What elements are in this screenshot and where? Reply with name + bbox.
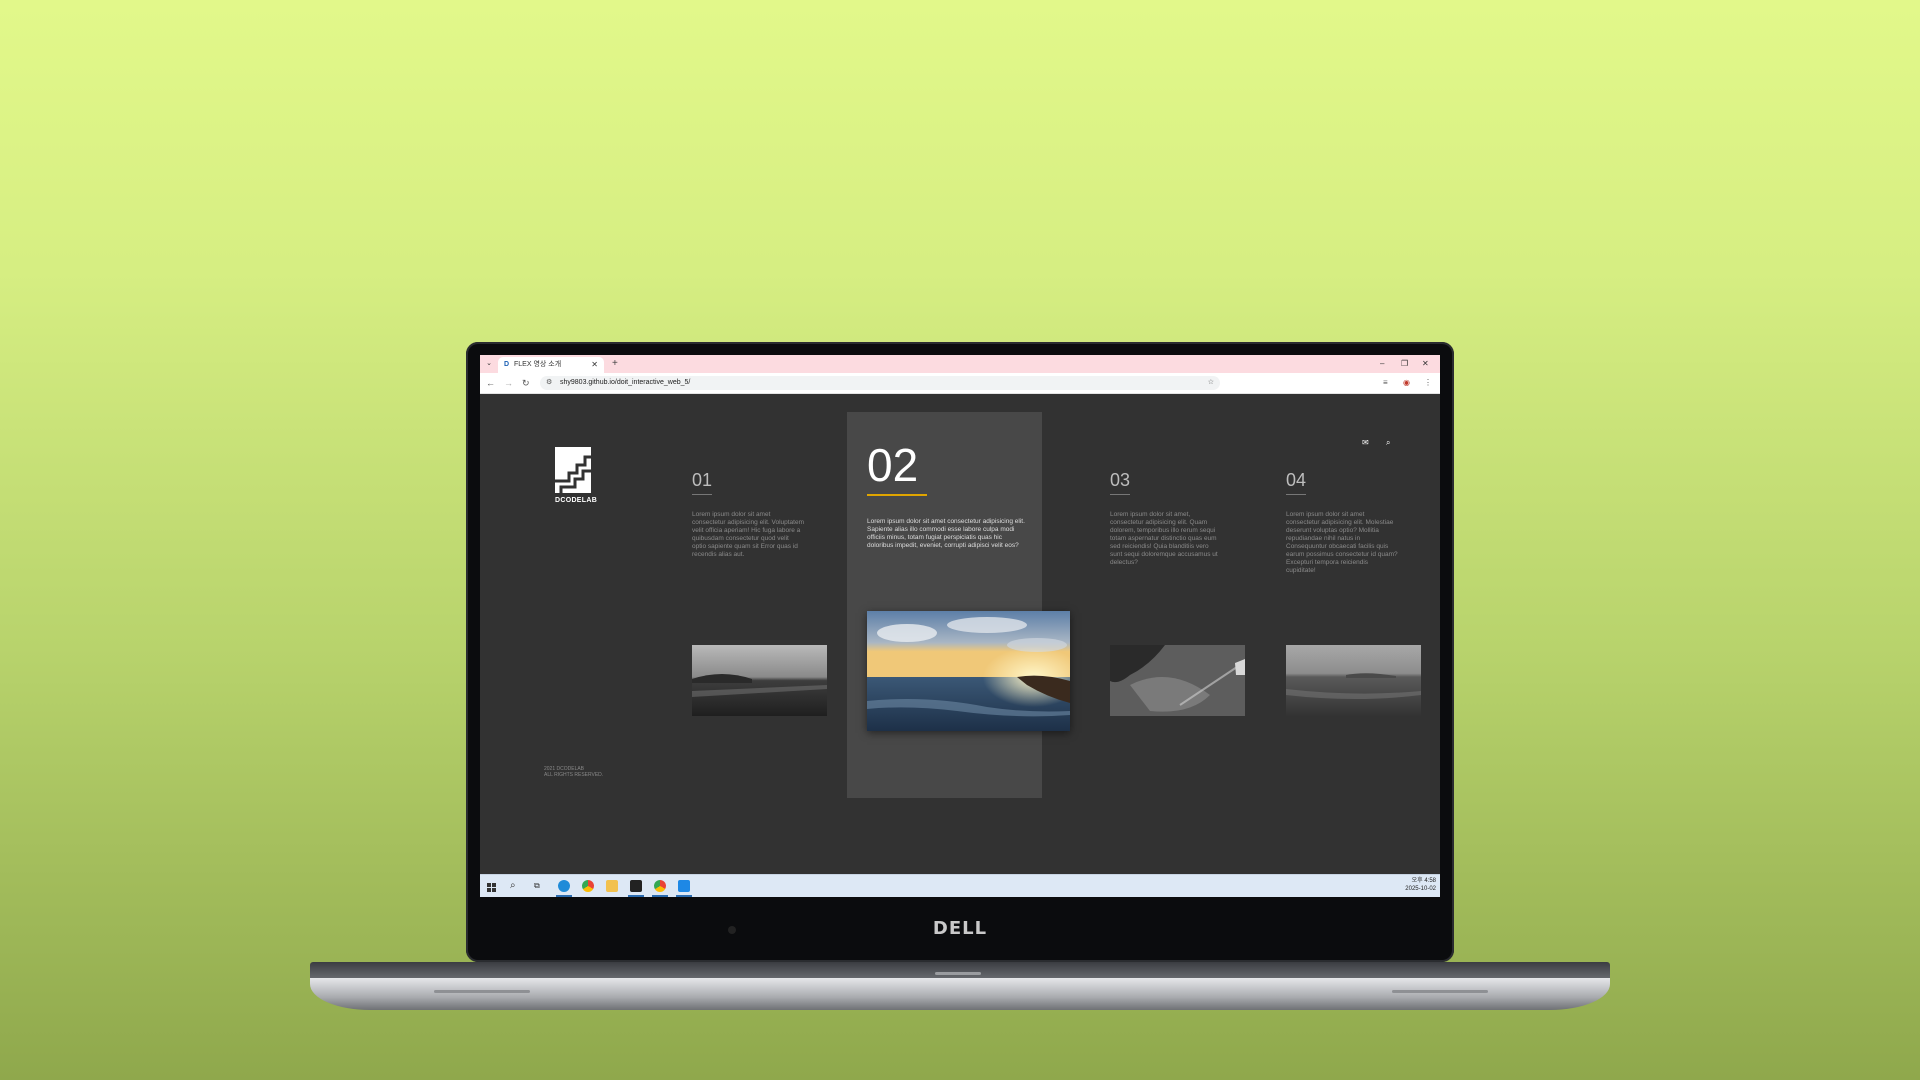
chrome-active-indicator — [652, 895, 668, 897]
column-number: 04 — [1286, 470, 1307, 490]
search-icon[interactable]: ⌕ — [1386, 438, 1390, 448]
tab-search-icon[interactable]: ⌄ — [484, 358, 494, 370]
vscode-icon[interactable] — [678, 880, 690, 892]
edge-active-indicator — [556, 895, 572, 897]
number-underline — [1286, 494, 1306, 495]
profile-avatar-icon[interactable]: ◉ — [1403, 376, 1410, 390]
column-description: Lorem ipsum dolor sit amet consectetur a… — [1286, 511, 1398, 574]
number-underline — [867, 494, 927, 496]
task-view-icon[interactable]: ⧉ — [534, 880, 546, 892]
column-01[interactable]: 01 Lorem ipsum dolor sit amet consectetu… — [692, 470, 804, 559]
extensions-icon[interactable]: ≡ — [1383, 376, 1388, 390]
lid-notch — [935, 972, 981, 975]
close-window-icon[interactable]: ✕ — [1422, 357, 1429, 371]
search-icon[interactable]: ⌕ — [510, 880, 522, 892]
menu-icon[interactable]: ⋮ — [1424, 376, 1432, 390]
taskbar: ⌕ ⧉ 오후 4:58 2025-10-02 — [480, 874, 1440, 897]
clock-time: 오후 4:58 — [1411, 878, 1436, 884]
forward-icon[interactable]: → — [504, 376, 513, 390]
sticky-active-indicator — [628, 895, 644, 897]
laptop: DELL ⌄ D FLEX 영상 소개 ✕ + – ❐ ✕ ← → ↻ ⚙ sh… — [0, 0, 1920, 1080]
column-number: 03 — [1110, 470, 1131, 490]
clock-date: 2025-10-02 — [1405, 886, 1436, 892]
column-04[interactable]: 04 Lorem ipsum dolor sit amet consectetu… — [1286, 470, 1398, 575]
browser-tab[interactable]: D FLEX 영상 소개 ✕ — [498, 357, 604, 373]
column-description: Lorem ipsum dolor sit amet consectetur a… — [692, 511, 805, 558]
tab-bar: ⌄ D FLEX 영상 소개 ✕ + – ❐ ✕ — [480, 355, 1440, 373]
number-underline — [692, 494, 712, 495]
bookmark-star-icon[interactable]: ☆ — [1208, 376, 1214, 390]
column-description: Lorem ipsum dolor sit amet consectetur a… — [867, 518, 1025, 549]
thumbnail-03[interactable] — [1110, 645, 1245, 716]
thumbnail-02-active[interactable] — [867, 611, 1070, 731]
new-tab-button[interactable]: + — [612, 357, 618, 371]
speaker-grille-left — [434, 990, 530, 993]
dell-logo: DELL — [932, 918, 988, 939]
dcodelab-logo-icon[interactable] — [555, 447, 591, 493]
mail-icon[interactable]: ✉ — [1362, 438, 1369, 447]
chrome-icon[interactable] — [582, 880, 594, 892]
column-number: 01 — [692, 470, 713, 490]
number-underline — [1110, 494, 1130, 495]
site-info-icon[interactable]: ⚙ — [546, 376, 552, 390]
thumbnail-01[interactable] — [692, 645, 827, 716]
column-number: 02 — [867, 439, 919, 491]
speaker-grille-right — [1392, 990, 1488, 993]
brand-name: DCODELAB — [555, 497, 598, 504]
restore-icon[interactable]: ❐ — [1401, 357, 1408, 371]
close-tab-icon[interactable]: ✕ — [591, 357, 598, 373]
sticky-app-icon[interactable] — [630, 880, 642, 892]
screen: ⌄ D FLEX 영상 소개 ✕ + – ❐ ✕ ← → ↻ ⚙ shy9803… — [480, 355, 1440, 897]
vscode-active-indicator — [676, 895, 692, 897]
tab-title: FLEX 영상 소개 — [514, 361, 562, 368]
thumbnail-04[interactable] — [1286, 645, 1421, 716]
web-page: DCODELAB ✉ ⌕ 01 Lorem ipsum dolor sit am… — [480, 394, 1440, 874]
reload-icon[interactable]: ↻ — [522, 376, 530, 390]
column-description: Lorem ipsum dolor sit amet, consectetur … — [1110, 511, 1218, 566]
address-bar[interactable]: ⚙ shy9803.github.io/doit_interactive_web… — [540, 376, 1220, 390]
minimize-icon[interactable]: – — [1380, 357, 1384, 371]
edge-icon[interactable] — [558, 880, 570, 892]
chrome-profile-icon[interactable] — [654, 880, 666, 892]
copyright: 2021 DCODELAB ALL RIGHTS RESERVED. — [544, 766, 603, 778]
address-text: shy9803.github.io/doit_interactive_web_5… — [560, 379, 691, 386]
back-icon[interactable]: ← — [486, 376, 495, 390]
laptop-base — [310, 978, 1610, 1010]
file-explorer-icon[interactable] — [606, 880, 618, 892]
copyright-line-2: ALL RIGHTS RESERVED. — [544, 772, 604, 778]
webcam — [728, 926, 736, 934]
column-03[interactable]: 03 Lorem ipsum dolor sit amet, consectet… — [1110, 470, 1222, 567]
windows-start-icon[interactable] — [487, 880, 499, 892]
column-02[interactable]: 02 Lorem ipsum dolor sit amet consectetu… — [867, 438, 1027, 550]
browser-toolbar: ← → ↻ ⚙ shy9803.github.io/doit_interacti… — [480, 373, 1440, 394]
system-clock[interactable]: 오후 4:58 2025-10-02 — [1405, 877, 1436, 893]
favicon-icon: D — [504, 361, 510, 368]
